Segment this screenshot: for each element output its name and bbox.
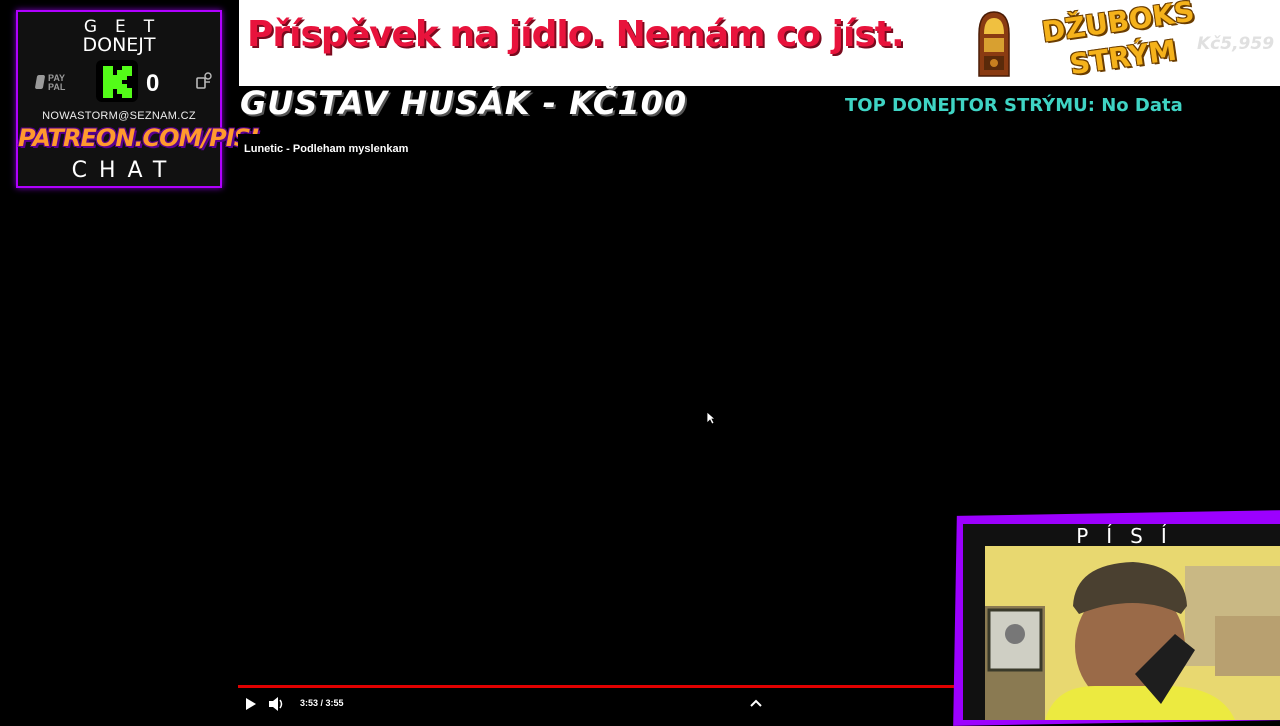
play-button[interactable] [242, 696, 258, 712]
chat-label: CHAT [71, 158, 179, 183]
donation-panel: GET DONEJT PAY PAL 0 NOWASTORM@SEZNAM.CZ… [16, 10, 259, 188]
volume-icon [269, 697, 283, 711]
paypal-icon[interactable]: PAY PAL [34, 72, 72, 94]
patreon-link[interactable]: PATREON.COM/PISI [18, 124, 259, 152]
jukebox-title: DŽUBOKS STRÝM [1039, 0, 1197, 82]
progress-bar[interactable] [238, 685, 955, 688]
email-address: NOWASTORM@SEZNAM.CZ [42, 110, 196, 122]
donate-icon[interactable] [195, 72, 213, 90]
cursor-icon [706, 411, 716, 425]
paypal-label: PAY PAL [48, 73, 66, 92]
top-banner: Příspěvek na jídlo. Nemám co jíst. DŽUBO… [239, 0, 1280, 86]
top-donor: TOP DONEJTOR STRÝMU: No Data [845, 95, 1183, 116]
kick-icon[interactable] [96, 60, 138, 102]
play-icon [246, 698, 256, 710]
expand-button[interactable] [748, 696, 764, 710]
video-player[interactable]: Lunetic - Podleham myslenkam 3:53 / 3:55 [238, 134, 955, 720]
webcam-name: PÍSÍ [1076, 524, 1185, 548]
latest-donor: GUSTAV HUSÁK - KČ100 [240, 84, 688, 122]
player-controls: 3:53 / 3:55 [238, 690, 955, 720]
chevron-up-icon [750, 699, 762, 707]
webcam-video [985, 546, 1280, 720]
volume-button[interactable] [268, 696, 286, 712]
jukebox-icon [978, 11, 1010, 77]
video-title: Lunetic - Podleham myslenkam [244, 143, 409, 155]
banner-text: Příspěvek na jídlo. Nemám co jíst. [247, 14, 905, 55]
time-display: 3:53 / 3:55 [300, 698, 344, 708]
donejt-label: DONEJT [82, 34, 156, 56]
kick-count: 0 [146, 70, 160, 97]
donation-total: Kč5,959 [1197, 34, 1275, 54]
